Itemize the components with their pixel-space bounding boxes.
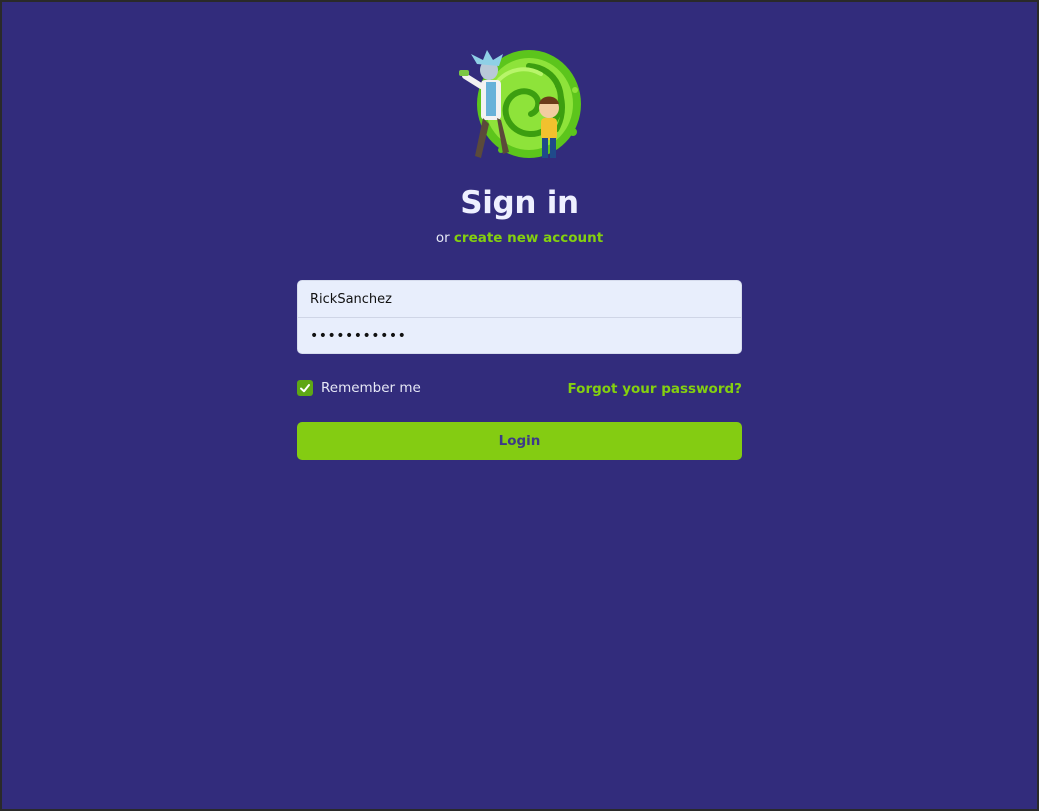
forgot-password-link[interactable]: Forgot your password? — [568, 381, 743, 397]
username-input[interactable] — [298, 281, 741, 317]
subtitle-prefix: or — [435, 230, 450, 246]
create-account-link[interactable]: create new account — [454, 230, 603, 246]
options-row: Remember me Forgot your password? — [297, 378, 742, 400]
checkmark-icon — [300, 384, 310, 393]
credentials-fields — [297, 280, 742, 354]
password-input[interactable] — [298, 317, 741, 353]
subtitle: or create new account — [2, 230, 1037, 246]
remember-label: Remember me — [321, 380, 421, 396]
login-button[interactable]: Login — [297, 422, 742, 460]
login-page: Sign in or create new account Remember m… — [2, 2, 1037, 809]
portal-logo-icon — [459, 50, 581, 158]
remember-checkbox[interactable] — [297, 380, 313, 396]
remember-me[interactable]: Remember me — [297, 380, 421, 396]
page-title: Sign in — [460, 185, 579, 221]
